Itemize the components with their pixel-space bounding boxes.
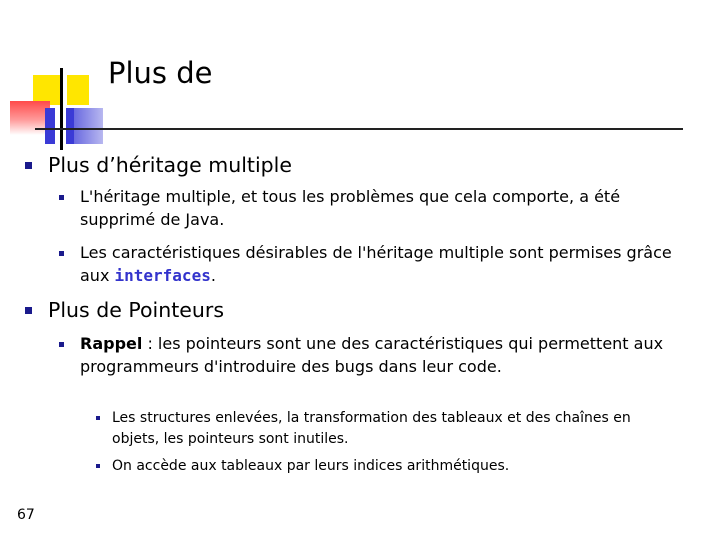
bullet-point: Les caractéristiques désirables de l'hér…: [80, 241, 680, 287]
keyword-interfaces: interfaces: [114, 266, 211, 285]
deco-blue-bar-1: [45, 108, 55, 144]
deco-vertical-line: [60, 68, 63, 150]
bullet-square-icon: [59, 342, 64, 347]
bullet-text-end: .: [210, 266, 216, 285]
section-heading: Plus d’héritage multiple: [48, 153, 292, 177]
bullet-text: : les pointeurs sont une des caractérist…: [80, 334, 664, 376]
slide-title: Plus de: [108, 56, 213, 90]
bullet-square-icon: [96, 464, 100, 468]
title-underline: [35, 128, 683, 130]
bullet-square-icon: [59, 251, 64, 256]
page-number: 67: [17, 507, 35, 523]
sub-bullet-point: On accède aux tableaux par leurs indices…: [112, 458, 510, 474]
deco-blue-bar-2: [66, 108, 74, 144]
section-heading: Plus de Pointeurs: [48, 298, 225, 322]
slide: Plus de Plus d’héritage multiple L'hérit…: [0, 0, 720, 540]
bullet-square-icon: [25, 307, 32, 314]
deco-blue-square: [74, 108, 103, 144]
rappel-label: Rappel: [80, 334, 143, 353]
bullet-square-icon: [96, 416, 100, 420]
bullet-point: Rappel : les pointeurs sont une des cara…: [80, 332, 680, 378]
bullet-square-icon: [59, 195, 64, 200]
bullet-point: L'héritage multiple, et tous les problèm…: [80, 187, 621, 229]
sub-bullet-point: Les structures enlevées, la transformati…: [112, 410, 631, 447]
deco-yellow-square-right: [67, 75, 89, 105]
bullet-square-icon: [25, 162, 32, 169]
